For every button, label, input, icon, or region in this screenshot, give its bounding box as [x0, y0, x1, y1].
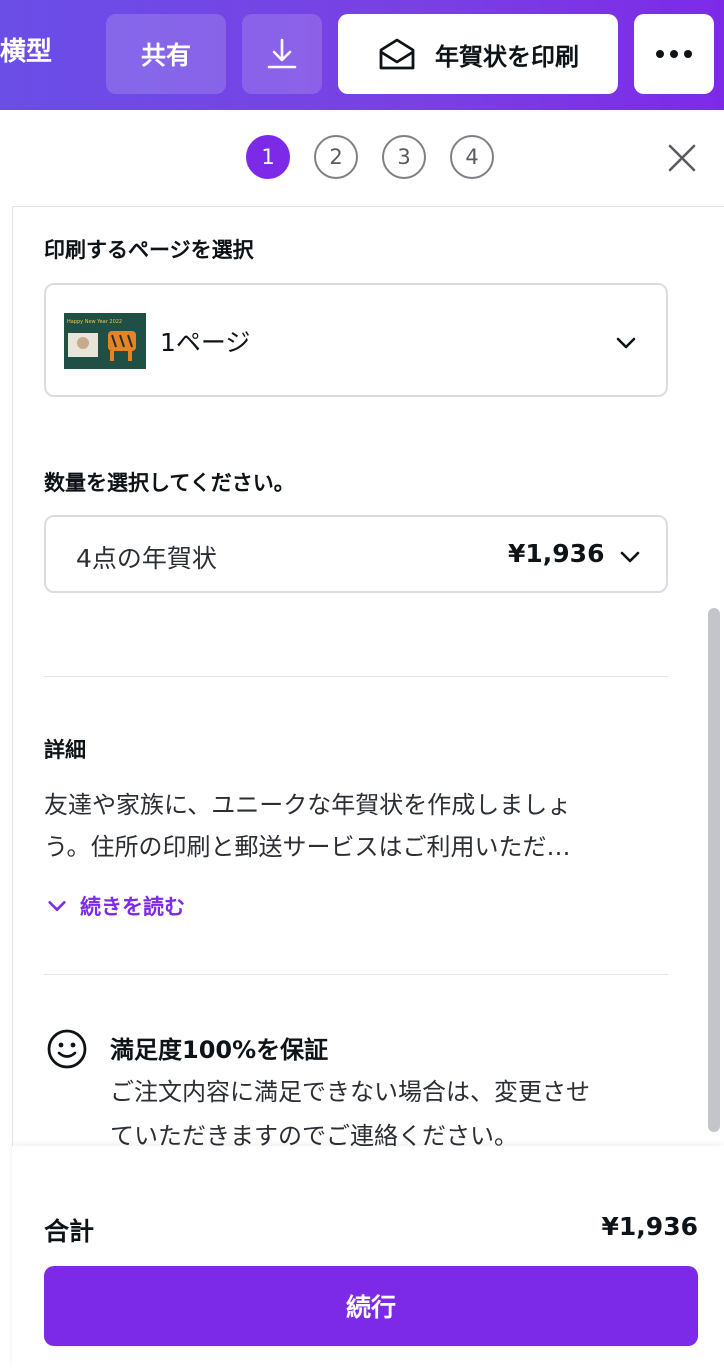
divider	[44, 676, 668, 677]
download-icon	[267, 38, 297, 69]
more-horizontal-icon	[656, 50, 692, 58]
page-select-value: 1ページ	[160, 328, 251, 357]
quantity-option-price: ¥1,936	[508, 539, 605, 568]
quantity-label: 数量を選択してください。	[44, 471, 295, 495]
print-greeting-card-button[interactable]: 年賀状を印刷	[338, 14, 618, 94]
read-more-label: 続きを読む	[80, 895, 185, 919]
step-3[interactable]: 3	[382, 135, 426, 179]
download-button[interactable]	[242, 14, 322, 94]
scrollbar-thumb[interactable]	[708, 608, 720, 1132]
chevron-down-icon	[616, 337, 636, 349]
page-select-dropdown[interactable]: Happy New Year 2022 1ページ	[44, 283, 668, 397]
divider	[44, 974, 668, 975]
details-heading: 詳細	[44, 738, 86, 762]
guarantee-title: 満足度100%を保証	[110, 1036, 329, 1064]
top-bar: 横型 共有 年賀状を印刷	[0, 0, 724, 110]
checkout-footer: 合計 ¥1,936 続行	[12, 1146, 724, 1368]
thumbnail-greeting-text: Happy New Year 2022	[67, 319, 122, 325]
page-thumbnail: Happy New Year 2022	[64, 313, 146, 369]
details-description: 友達や家族に、ユニークな年賀状を作成しましょ う。住所の印刷と郵送サービスはご利…	[44, 784, 668, 868]
print-button-label: 年賀状を印刷	[435, 42, 579, 71]
page-select-label: 印刷するページを選択	[44, 238, 254, 262]
continue-button[interactable]: 続行	[44, 1266, 698, 1346]
smiley-icon	[47, 1029, 87, 1069]
chevron-down-icon	[48, 901, 66, 911]
details-line-1: 友達や家族に、ユニークな年賀状を作成しましょ	[44, 791, 572, 819]
guarantee-description: ご注文内容に満足できない場合は、変更させ ていただきますのでご連絡ください。	[110, 1070, 680, 1158]
guarantee-line-1: ご注文内容に満足できない場合は、変更させ	[110, 1078, 590, 1106]
quantity-option-name: 4点の年賀状	[76, 544, 217, 573]
more-options-button[interactable]	[634, 14, 714, 94]
step-2[interactable]: 2	[314, 135, 358, 179]
total-value: ¥1,936	[601, 1212, 698, 1241]
print-stepper: 1 2 3 4	[12, 110, 724, 207]
details-line-2: う。住所の印刷と郵送サービスはご利用いただ…	[44, 833, 571, 861]
chevron-down-icon	[620, 551, 640, 563]
step-1[interactable]: 1	[246, 135, 290, 179]
total-label: 合計	[44, 1217, 95, 1246]
envelope-icon	[379, 38, 415, 70]
step-4[interactable]: 4	[450, 135, 494, 179]
share-button[interactable]: 共有	[106, 14, 226, 94]
read-more-link[interactable]: 続きを読む	[46, 890, 185, 922]
design-title[interactable]: 横型	[0, 30, 52, 74]
greeting-card-thumbnail-image: Happy New Year 2022	[64, 313, 146, 369]
quantity-select-dropdown[interactable]: 4点の年賀状 ¥1,936	[44, 515, 668, 593]
close-icon[interactable]	[664, 140, 700, 176]
